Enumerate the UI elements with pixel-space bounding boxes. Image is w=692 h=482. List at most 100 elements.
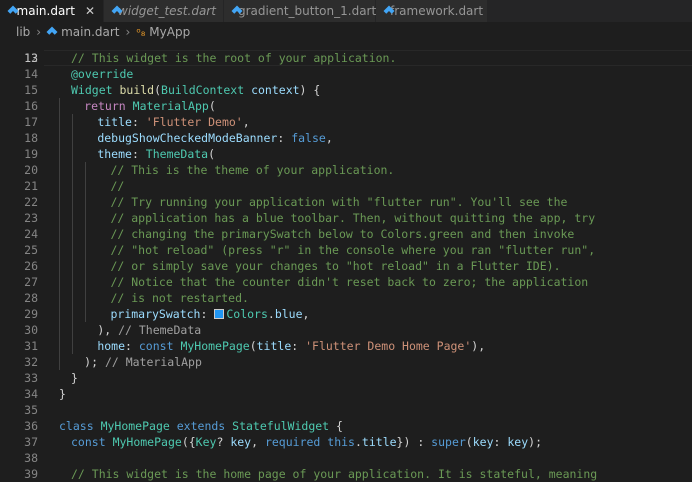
indent-guide (59, 354, 60, 370)
line-number: 22 (24, 195, 38, 209)
code-token: : (493, 435, 508, 449)
code-line: 14 @override (0, 66, 692, 82)
code-token: StatefulWidget (232, 419, 330, 433)
code-token: blue (274, 307, 303, 321)
tab-gradient-button-dart[interactable]: gradient_button_1.dart (224, 0, 376, 22)
breadcrumb-folder[interactable]: lib (16, 25, 30, 39)
code-token: MyHomePage (112, 435, 182, 449)
code-line: 36 class MyHomePage extends StatefulWidge… (0, 418, 692, 434)
code-token: ? (216, 435, 231, 449)
breadcrumb-file[interactable]: main.dart (61, 25, 119, 39)
code-token: }) : (396, 435, 432, 449)
indent-guide (72, 226, 74, 242)
indent-guide (85, 162, 87, 178)
tab-framework-dart[interactable]: framework.dart (376, 0, 488, 22)
code-token: context (251, 83, 300, 97)
indent-guide (59, 274, 60, 290)
code-line: 37 const MyHomePage({Key? key, required t… (0, 434, 692, 450)
code-text: // "hot reload" (press "r" in the consol… (110, 242, 595, 258)
indent-guide (72, 130, 74, 146)
line-number: 15 (24, 83, 38, 97)
code-token: : (291, 339, 306, 353)
code-token: // This widget is the root of your appli… (71, 51, 397, 65)
code-text: ), // ThemeData (97, 322, 201, 338)
line-number: 17 (24, 115, 38, 129)
code-token: const (71, 435, 106, 449)
tab-widget-test-dart[interactable]: widget_test.dart (104, 0, 224, 22)
code-text: debugShowCheckedModeBanner: false, (97, 130, 332, 146)
code-line: 31 home: const MyHomePage(title: 'Flutter… (0, 338, 692, 354)
code-token: key (230, 435, 252, 449)
line-number: 18 (24, 131, 38, 145)
code-token: build (119, 83, 155, 97)
indent-guide (85, 178, 87, 194)
code-line: 18 debugShowCheckedModeBanner: false, (0, 130, 692, 146)
code-token: super (431, 435, 466, 449)
code-text: const MyHomePage({Key? key, required thi… (71, 434, 542, 450)
close-icon[interactable]: ✕ (85, 4, 95, 18)
indent-guide (59, 162, 60, 178)
code-token: : (125, 339, 139, 353)
line-number: 34 (24, 387, 38, 401)
indent-guide (72, 290, 74, 306)
code-token: key (472, 435, 494, 449)
indent-guide (59, 290, 60, 306)
code-token: // Notice that the counter didn't reset … (110, 275, 589, 289)
indent-guide (59, 306, 60, 322)
code-token: : (131, 147, 146, 161)
breadcrumb-symbol[interactable]: MyApp (149, 25, 190, 39)
tab-label: gradient_button_1.dart (238, 4, 377, 18)
indent-guide (59, 210, 60, 226)
indent-guide (72, 178, 74, 194)
code-editor[interactable]: 12 13 // This widget is the root of your … (0, 42, 692, 482)
code-token: ( (208, 99, 216, 113)
code-token: // (110, 179, 125, 193)
line-number: 27 (24, 275, 38, 289)
indent-guide (72, 210, 74, 226)
code-token: title (256, 339, 292, 353)
code-line: 32); // MaterialApp (0, 354, 692, 370)
indent-guide (59, 322, 60, 338)
code-line: 38 (0, 450, 692, 466)
code-token: 'Flutter Demo Home Page' (305, 339, 472, 353)
chevron-right-icon: › (36, 25, 42, 39)
code-token: // application has a blue toolbar. Then,… (110, 211, 596, 225)
code-line: 13 // This widget is the root of your app… (0, 50, 692, 66)
indent-guide (85, 258, 87, 274)
indent-guide (59, 226, 60, 242)
code-text: title: 'Flutter Demo', (97, 114, 249, 130)
indent-guide (85, 226, 87, 242)
breadcrumb: lib › main.dart › ᵒ₈ MyApp (0, 22, 692, 42)
indent-guide (72, 258, 74, 274)
indent-guide (72, 242, 74, 258)
code-token: @override (71, 67, 134, 81)
tab-label: main.dart (16, 4, 75, 18)
indent-guide (72, 322, 74, 338)
line-number: 24 (24, 227, 38, 241)
code-token: required (264, 435, 321, 449)
line-number: 25 (24, 243, 38, 257)
code-text: // (110, 178, 124, 194)
code-token: ( (249, 339, 257, 353)
code-token: key (507, 435, 529, 449)
indent-guide (85, 194, 87, 210)
code-line: 12 (0, 42, 692, 65)
line-number: 26 (24, 259, 38, 273)
line-number: 21 (24, 179, 38, 193)
code-token: title (97, 115, 132, 129)
code-token: ); (84, 355, 105, 369)
tab-main-dart[interactable]: main.dart ✕ (0, 0, 104, 22)
indent-guide (72, 306, 74, 322)
line-number: 29 (24, 307, 38, 321)
line-number: 33 (24, 371, 38, 385)
code-line: 34} (0, 386, 692, 402)
code-token: BuildContext (161, 83, 245, 97)
code-token: , (251, 435, 265, 449)
code-text: // Try running your application with "fl… (110, 194, 567, 210)
line-number: 37 (24, 435, 38, 449)
line-number: 14 (24, 67, 38, 81)
code-text: Widget build(BuildContext context) { (71, 82, 320, 98)
code-token: // or simply save your changes to "hot r… (110, 259, 561, 273)
editor-tab-bar: main.dart ✕ widget_test.dart gradient_bu… (0, 0, 692, 22)
